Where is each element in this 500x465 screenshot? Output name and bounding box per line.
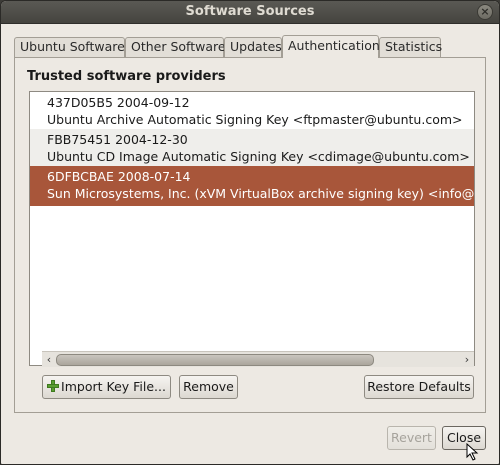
software-sources-window: Software Sources × Ubuntu Software Other…: [0, 0, 500, 465]
key-row-selected[interactable]: 6DFBCBAE 2008-07-14 Sun Microsystems, In…: [30, 166, 475, 206]
key-id-date: FBB75451 2004-12-30: [47, 132, 188, 147]
key-id-date: 437D05B5 2004-09-12: [47, 95, 190, 110]
scrollbar-thumb[interactable]: [56, 354, 374, 366]
horizontal-scrollbar[interactable]: ‹ ›: [42, 351, 474, 367]
key-row[interactable]: FBB75451 2004-12-30 Ubuntu CD Image Auto…: [30, 129, 474, 169]
tab-authentication[interactable]: Authentication: [282, 35, 380, 58]
key-id-date: 6DFBCBAE 2008-07-14: [47, 169, 191, 184]
import-key-label: Import Key File...: [61, 379, 166, 394]
window-close-icon[interactable]: ×: [477, 4, 493, 20]
remove-button[interactable]: Remove: [179, 375, 238, 399]
revert-button[interactable]: Revert: [387, 426, 436, 450]
tab-ubuntu-software[interactable]: Ubuntu Software: [14, 37, 125, 57]
key-description: Ubuntu CD Image Automatic Signing Key <c…: [47, 149, 470, 164]
key-row[interactable]: 437D05B5 2004-09-12 Ubuntu Archive Autom…: [30, 92, 474, 132]
scroll-right-icon[interactable]: ›: [460, 352, 474, 367]
mouse-cursor-icon: [466, 443, 479, 461]
section-title: Trusted software providers: [27, 69, 226, 84]
titlebar[interactable]: Software Sources ×: [1, 1, 499, 24]
tab-statistics[interactable]: Statistics: [379, 37, 442, 57]
import-key-file-button[interactable]: Import Key File...: [42, 375, 171, 399]
restore-defaults-button[interactable]: Restore Defaults: [364, 375, 474, 399]
scroll-left-icon[interactable]: ‹: [42, 352, 56, 367]
trusted-keys-list[interactable]: 437D05B5 2004-09-12 Ubuntu Archive Autom…: [29, 91, 475, 366]
plus-icon: [47, 380, 60, 392]
tab-updates[interactable]: Updates: [224, 37, 282, 57]
window-title: Software Sources: [185, 4, 315, 19]
tab-other-software[interactable]: Other Software: [125, 37, 226, 57]
key-description: Sun Microsystems, Inc. (xVM VirtualBox a…: [47, 186, 475, 201]
key-description: Ubuntu Archive Automatic Signing Key <ft…: [47, 112, 463, 127]
